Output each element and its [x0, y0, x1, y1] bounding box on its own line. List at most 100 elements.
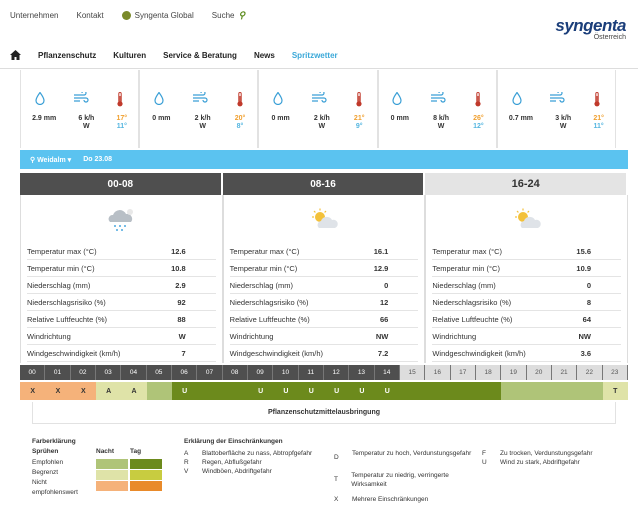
nacht-label: Nacht — [96, 448, 115, 455]
day-wind: 8 k/h W — [433, 115, 449, 131]
thermometer-icon — [236, 92, 244, 109]
precip-icon — [273, 91, 283, 109]
nav-service[interactable]: Service & Beratung — [163, 51, 237, 60]
restriction-X: X Mehrere Einschränkungen — [334, 496, 428, 505]
day-cell[interactable]: 2.9 mm 6 k/h W 17° 11° — [20, 70, 140, 148]
row-value: 66 — [380, 314, 389, 324]
swatch-nicht-nacht — [96, 481, 128, 491]
hour-cell: 06 — [171, 365, 198, 380]
status-cell: A — [95, 382, 122, 400]
hour-cell: 05 — [146, 365, 172, 380]
day-wind: 3 k/h W — [555, 115, 571, 131]
wind-icon — [192, 90, 208, 109]
hour-cell: 23 — [602, 365, 628, 380]
hour-cell: 00 — [20, 365, 46, 380]
panel-row: Windgeschwindigkeit (km/h) 3.6 — [432, 345, 622, 362]
day-cell[interactable]: 0 mm 2 k/h W 20° 8° — [139, 70, 259, 148]
day-icons — [21, 90, 138, 109]
day-cell[interactable]: 0 mm 8 k/h W 26° 12° — [377, 70, 497, 148]
day-wind-speed: 2 k/h — [313, 115, 330, 122]
nav-divider — [0, 68, 638, 69]
row-value: NW — [578, 331, 592, 341]
row-value: 2.9 — [175, 280, 186, 290]
panel-row: Temperatur min (°C) 12.9 — [229, 260, 419, 277]
status-cell — [222, 382, 248, 400]
row-label: Niederschlagsrisiko (%) — [432, 297, 512, 307]
day-values: 2.9 mm 6 k/h W 17° 11° — [21, 115, 138, 131]
search-icon: ⚲ — [238, 10, 246, 20]
row-label: Temperatur min (°C) — [229, 263, 298, 273]
nav-spritzwetter[interactable]: Spritzwetter — [292, 51, 338, 60]
tab-period-2[interactable]: 16-24 — [425, 173, 629, 195]
status-cell — [526, 382, 552, 400]
precip-icon — [512, 91, 522, 109]
day-cell[interactable]: 0.7 mm 3 k/h W 21° 11° — [496, 70, 617, 148]
day-values: 0.7 mm 3 k/h W 21° 11° — [498, 115, 615, 131]
panel-row: Temperatur min (°C) 10.8 — [27, 260, 216, 277]
day-wind: 2 k/h W — [195, 115, 211, 131]
begrenzt-label: Begrenzt — [32, 469, 59, 476]
status-cell: U — [349, 382, 375, 400]
row-label: Temperatur min (°C) — [27, 263, 95, 273]
day-temps: 26° 12° — [473, 115, 484, 131]
restriction-key: F — [482, 450, 486, 457]
row-label: Temperatur max (°C) — [432, 246, 503, 256]
color-legend: Farberklärung Sprühen Nacht Tag Empfohle… — [32, 438, 172, 496]
hour-cell: 10 — [273, 365, 299, 380]
restriction-F: F Zu trocken, Verdunstungsgefahr — [482, 450, 593, 459]
row-value: 12.6 — [171, 246, 186, 256]
day-icons — [259, 90, 376, 109]
home-icon[interactable] — [10, 50, 21, 60]
link-kontakt[interactable]: Kontakt — [76, 10, 103, 21]
nav-pflanzenschutz[interactable]: Pflanzenschutz — [38, 51, 96, 60]
nav-news[interactable]: News — [254, 51, 275, 60]
row-label: Windgeschwindigkeit (km/h) — [432, 348, 526, 358]
panel-row: Windrichtung W — [27, 328, 216, 345]
globe-icon — [121, 11, 131, 20]
spray-caption: Pflanzenschutzmittelausbringung — [32, 402, 616, 424]
row-value: NW — [375, 331, 389, 341]
restriction-A: A Blattoberfläche zu nass, Abtropfgefahr — [184, 450, 312, 459]
hour-cell: 12 — [323, 365, 350, 380]
period-panels: Temperatur max (°C) 12.6 Temperatur min (°… — [20, 195, 629, 363]
hour-cell: 14 — [374, 365, 400, 380]
hour-cell: 03 — [95, 365, 122, 380]
panel-row: Niederschlagsrisiko (%) 8 — [432, 294, 622, 311]
row-label: Windrichtung — [229, 331, 274, 341]
nav-kulturen[interactable]: Kulturen — [113, 51, 146, 60]
panel-row: Relative Luftfeuchte (%) 66 — [229, 311, 419, 328]
day-tmin: 12° — [473, 123, 484, 130]
day-wind-speed: 6 k/h — [78, 115, 95, 122]
day-cell[interactable]: 0 mm 2 k/h W 21° 9° — [258, 70, 378, 148]
restriction-legend-title: Erklärung der Einschränkungen — [184, 438, 283, 445]
syngenta-logo[interactable]: syngenta Österreich — [555, 16, 626, 41]
row-label: Windrichtung — [27, 331, 71, 341]
color-legend-title: Farberklärung — [32, 438, 76, 445]
status-cell — [425, 382, 451, 400]
status-cell: U — [323, 382, 350, 400]
panel-row: Niederschlag (mm) 0 — [432, 277, 622, 294]
hour-cell: 19 — [501, 365, 527, 380]
day-temps: 21° 11° — [593, 115, 604, 131]
search-link[interactable]: Suche ⚲ — [212, 10, 245, 21]
status-cell — [146, 382, 172, 400]
day-tmin: 11° — [116, 123, 127, 130]
hour-cell: 09 — [247, 365, 274, 380]
search-label: Suche — [211, 11, 235, 20]
panel-row: Temperatur min (°C) 10.9 — [432, 260, 622, 277]
thermometer-icon — [355, 92, 363, 109]
day-precip: 0 mm — [271, 115, 290, 122]
restriction-V: V Windböen, Abdriftgefahr — [184, 468, 272, 477]
hour-cell: 04 — [121, 365, 147, 380]
link-unternehmen[interactable]: Unternehmen — [10, 10, 58, 21]
nicht2-label: empfohlenswert — [32, 489, 78, 496]
swatch-empfohlen-tag — [130, 459, 162, 469]
tab-period-0[interactable]: 00-08 — [20, 173, 223, 195]
hour-header: 00 01 02 03 04 05 06 07 08 09 10 11 12 13 14 15 16 17 18 19… — [20, 365, 628, 380]
day-wind-dir: W — [199, 123, 206, 130]
location-selector[interactable]: ⚲ Weidalm ▾ — [30, 156, 71, 164]
restriction-D: D Temperatur zu hoch, Verdunstungsgefahr — [334, 450, 474, 463]
restriction-key: R — [184, 459, 189, 466]
link-global[interactable]: Syngenta Global — [121, 10, 194, 21]
tab-period-1[interactable]: 08-16 — [222, 173, 426, 195]
